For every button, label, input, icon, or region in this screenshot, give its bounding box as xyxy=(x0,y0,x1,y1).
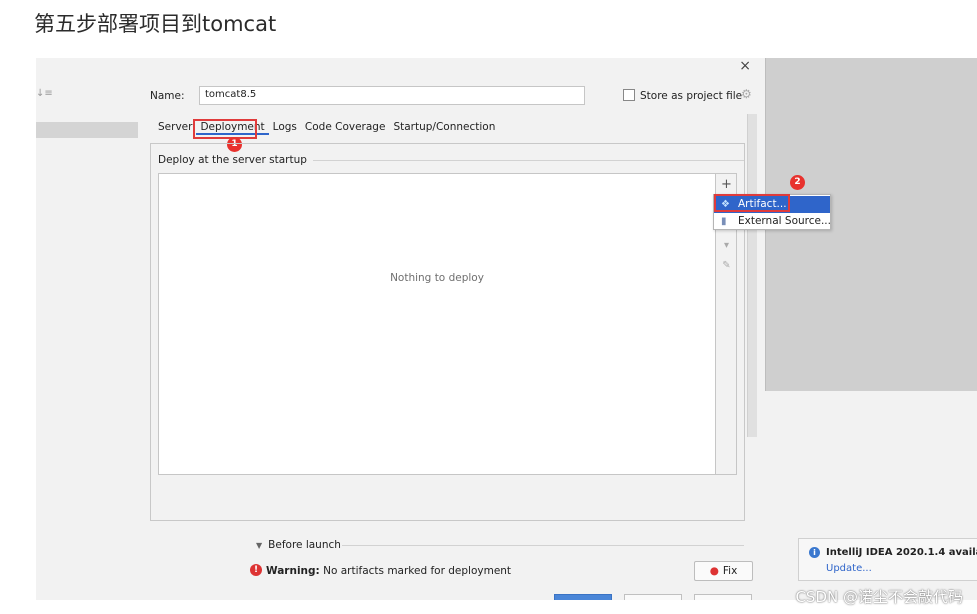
fix-label: Fix xyxy=(722,565,738,577)
update-link[interactable]: Update... xyxy=(826,563,872,574)
deployment-list[interactable]: Nothing to deploy xyxy=(158,173,716,475)
tab-logs[interactable]: Logs xyxy=(269,121,301,135)
csdn-watermark: CSDN @诺尘不会敲代码 xyxy=(795,588,963,606)
selected-configuration-row[interactable] xyxy=(36,122,138,138)
gear-icon[interactable]: ⚙ xyxy=(741,87,752,101)
deploy-group-label: Deploy at the server startup xyxy=(158,154,313,166)
artifact-item-highlight xyxy=(714,194,790,212)
empty-state-text: Nothing to deploy xyxy=(390,272,484,284)
apply-button[interactable] xyxy=(694,594,752,600)
before-launch-divider xyxy=(342,545,744,546)
external-source-icon: ▮ xyxy=(721,216,727,227)
fix-button[interactable]: ● Fix xyxy=(694,561,753,581)
update-notification: i IntelliJ IDEA 2020.1.4 available Updat… xyxy=(798,538,977,581)
name-input[interactable]: tomcat8.5 xyxy=(199,86,585,105)
close-icon[interactable]: × xyxy=(739,58,751,74)
edit-icon[interactable]: ✎ xyxy=(716,260,737,271)
chevron-down-icon: ▼ xyxy=(256,541,263,550)
warning-text: No artifacts marked for deployment xyxy=(323,565,512,577)
tab-code-coverage[interactable]: Code Coverage xyxy=(301,121,390,135)
configurations-tree-panel: ↓≡ xyxy=(36,58,140,600)
before-launch-label: Before launch xyxy=(268,539,341,551)
tab-startup-connection[interactable]: Startup/Connection xyxy=(389,121,499,135)
tab-server[interactable]: Server xyxy=(154,121,196,135)
before-launch-toggle[interactable]: ▼ Before launch xyxy=(256,539,341,551)
ok-button[interactable] xyxy=(554,594,612,600)
vertical-scrollbar[interactable] xyxy=(747,114,757,437)
deployment-tab-highlight xyxy=(193,119,257,139)
add-icon[interactable]: + xyxy=(716,177,737,192)
ide-screenshot: ↓≡ × Name: tomcat8.5 Store as project fi… xyxy=(36,58,977,600)
store-as-project-file-checkbox[interactable] xyxy=(623,89,635,101)
article-step-heading: 第五步部署项目到tomcat xyxy=(34,12,277,36)
popup-item-external-source[interactable]: ▮ External Source... xyxy=(714,213,831,230)
warning-icon: ! xyxy=(250,564,262,576)
warning-prefix: Warning: xyxy=(266,565,320,577)
popup-item-external-source-label: External Source... xyxy=(738,215,831,227)
notification-title: IntelliJ IDEA 2020.1.4 available xyxy=(826,547,977,558)
name-label: Name: xyxy=(150,90,185,102)
sort-icon[interactable]: ↓≡ xyxy=(36,88,53,99)
warning-message: Warning: No artifacts marked for deploym… xyxy=(266,565,511,577)
store-as-project-file-label: Store as project file xyxy=(640,90,743,102)
lightbulb-icon: ● xyxy=(709,565,719,577)
move-down-icon[interactable]: ▾ xyxy=(716,240,737,251)
step-badge-2: 2 xyxy=(790,175,805,190)
info-icon: i xyxy=(809,547,820,558)
cancel-button[interactable] xyxy=(624,594,682,600)
run-configuration-dialog: × Name: tomcat8.5 Store as project file … xyxy=(140,58,765,600)
